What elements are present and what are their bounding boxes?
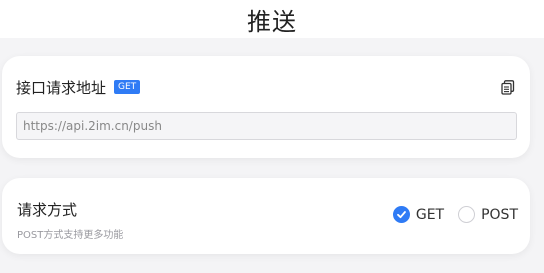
page-title: 推送 (247, 7, 297, 36)
radio-post[interactable]: POST (458, 206, 518, 223)
method-subtitle: POST方式支持更多功能 (17, 230, 124, 241)
method-text-block: 请求方式 POST方式支持更多功能 (17, 199, 123, 241)
header-bar: 推送 (0, 0, 544, 38)
endpoint-label-row: 接口请求地址 GET (16, 76, 516, 98)
method-radio-group: GET POST (392, 206, 518, 223)
radio-post-label: POST (481, 206, 518, 223)
endpoint-label: 接口请求地址 (16, 78, 107, 97)
radio-post-indicator[interactable] (458, 206, 476, 223)
check-icon (396, 211, 406, 219)
copy-icon[interactable] (500, 79, 516, 95)
endpoint-url-input[interactable] (23, 119, 516, 133)
method-title: 请求方式 (17, 201, 78, 219)
radio-get[interactable]: GET (392, 206, 445, 223)
radio-get-indicator[interactable] (392, 206, 410, 223)
method-card: 请求方式 POST方式支持更多功能 GET POST (2, 178, 530, 254)
endpoint-card: 接口请求地址 GET (2, 56, 530, 158)
method-badge: GET (114, 80, 141, 94)
radio-get-label: GET (415, 206, 445, 223)
endpoint-url-field[interactable] (16, 112, 517, 140)
